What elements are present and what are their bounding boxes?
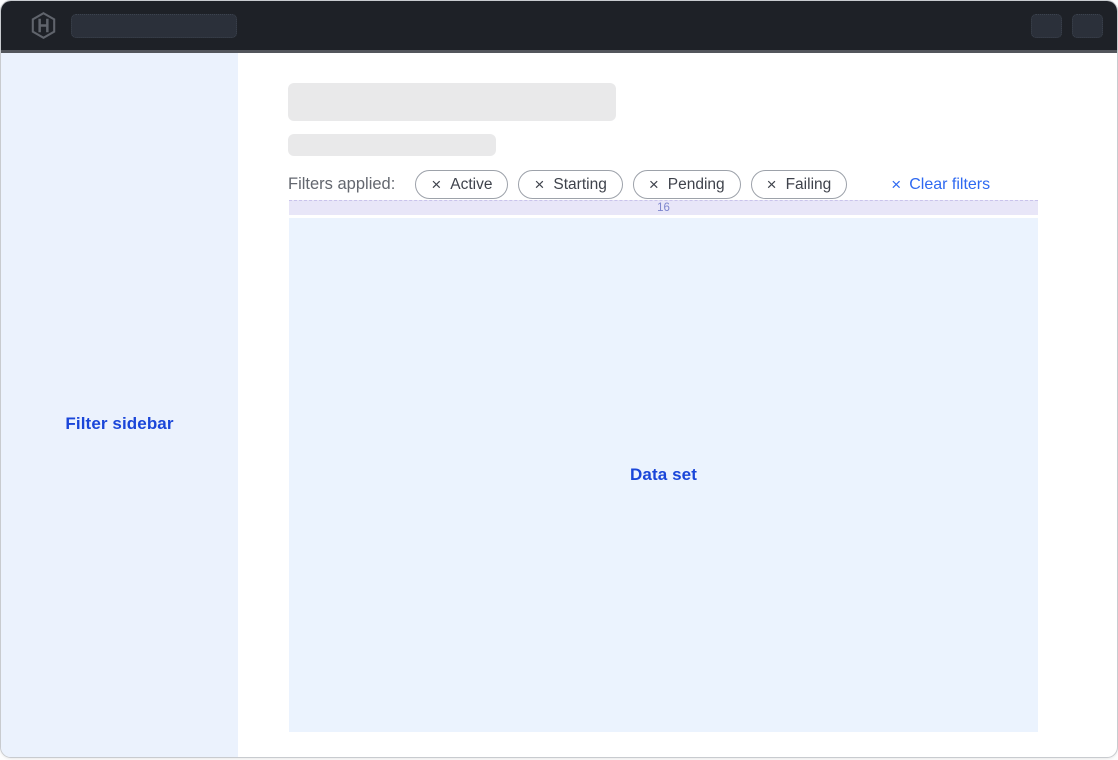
search-input-placeholder[interactable] bbox=[71, 14, 237, 38]
filter-chip-pending[interactable]: × Pending bbox=[633, 170, 741, 199]
filter-chip-label: Pending bbox=[668, 176, 725, 194]
result-count: 16 bbox=[657, 202, 670, 214]
app-window: Filter sidebar Filters applied: × Active… bbox=[0, 0, 1118, 758]
close-icon[interactable]: × bbox=[431, 176, 441, 193]
page-subtitle-placeholder bbox=[288, 134, 496, 156]
topbar-action-placeholder-2[interactable] bbox=[1072, 14, 1103, 38]
filter-sidebar: Filter sidebar bbox=[1, 53, 238, 757]
filter-chip-label: Starting bbox=[553, 176, 606, 194]
topbar bbox=[1, 1, 1117, 53]
close-icon: × bbox=[891, 176, 901, 193]
filter-chip-active[interactable]: × Active bbox=[415, 170, 508, 199]
filters-applied-label: Filters applied: bbox=[288, 175, 395, 194]
result-count-strip: 16 bbox=[289, 200, 1038, 215]
clear-filters-label: Clear filters bbox=[909, 176, 990, 194]
screenshot-stage: Filter sidebar Filters applied: × Active… bbox=[0, 0, 1118, 760]
close-icon[interactable]: × bbox=[767, 176, 777, 193]
filter-sidebar-label: Filter sidebar bbox=[1, 414, 238, 434]
topbar-action-placeholder-1[interactable] bbox=[1031, 14, 1062, 38]
hashicorp-logo-icon bbox=[30, 12, 57, 39]
filters-applied-row: Filters applied: × Active × Starting × P… bbox=[288, 169, 990, 200]
data-set-region: Data set bbox=[289, 218, 1038, 732]
close-icon[interactable]: × bbox=[649, 176, 659, 193]
filter-chip-label: Active bbox=[450, 176, 492, 194]
data-set-label: Data set bbox=[630, 465, 697, 485]
filter-chip-failing[interactable]: × Failing bbox=[751, 170, 848, 199]
filter-chip-label: Failing bbox=[786, 176, 832, 194]
clear-filters-link[interactable]: × Clear filters bbox=[891, 176, 990, 194]
close-icon[interactable]: × bbox=[534, 176, 544, 193]
page-title-placeholder bbox=[288, 83, 616, 121]
filter-chip-starting[interactable]: × Starting bbox=[518, 170, 622, 199]
